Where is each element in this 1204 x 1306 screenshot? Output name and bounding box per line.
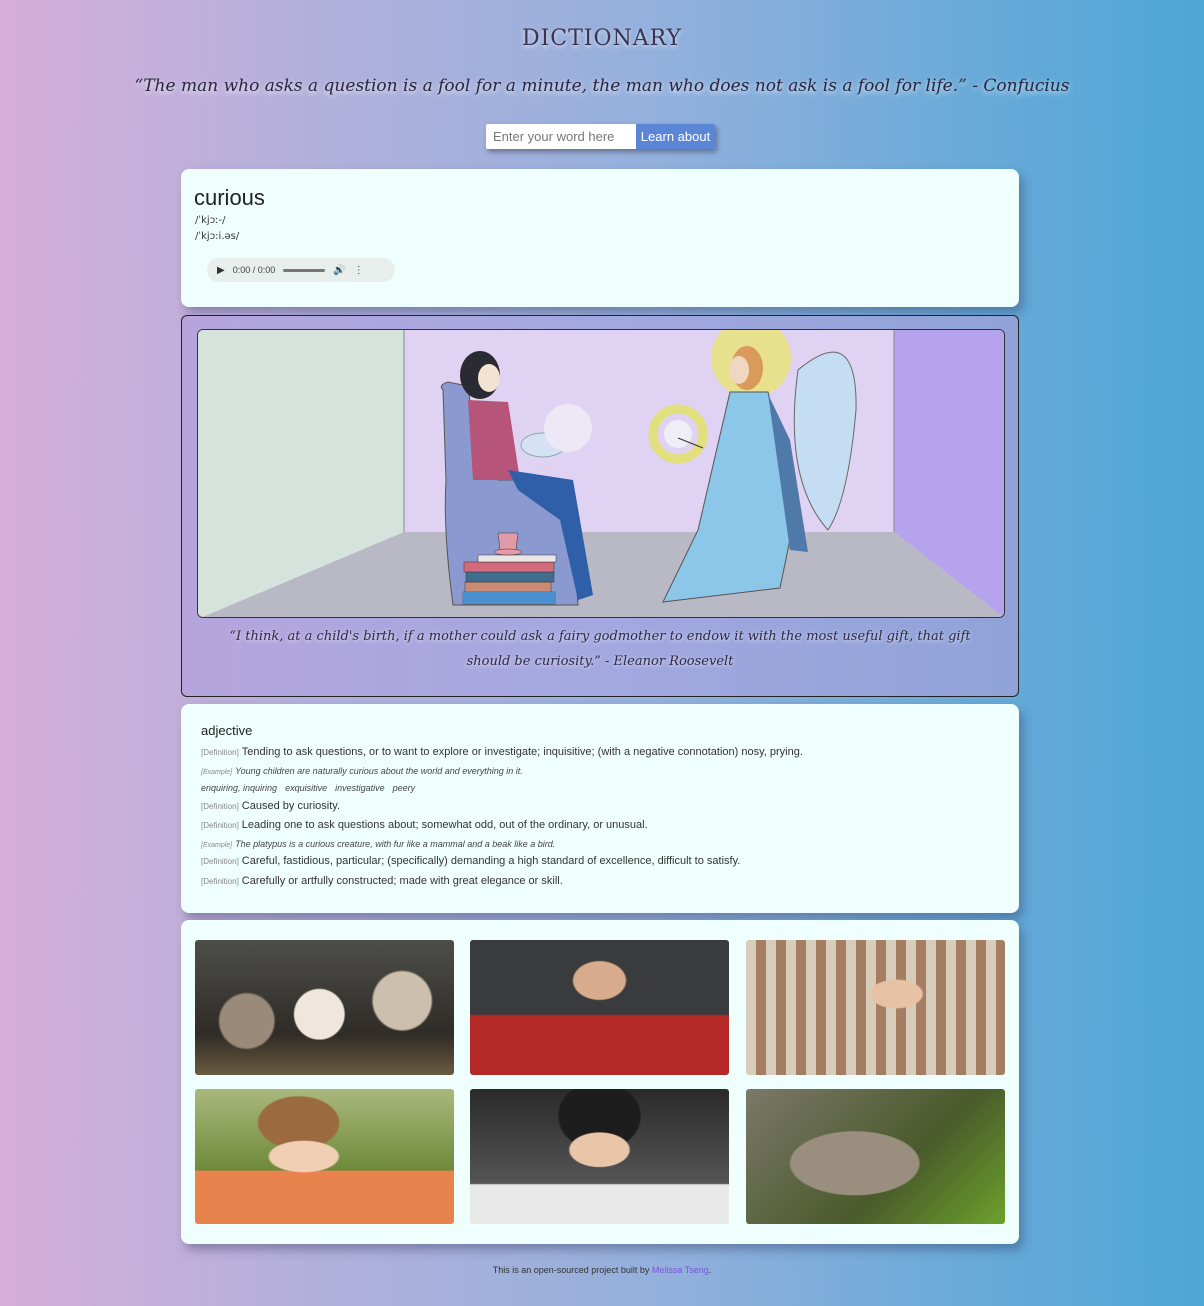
- word-heading: curious: [194, 185, 265, 210]
- illustration-quote: “I think, at a child's birth, if a mothe…: [229, 629, 971, 669]
- definition-tag: [Definition]: [201, 802, 239, 811]
- photo-girl-on-steps[interactable]: [746, 940, 1005, 1075]
- more-options-icon[interactable]: ⋮: [354, 265, 364, 276]
- search-bar: Learn about: [486, 124, 715, 149]
- synonym[interactable]: investigative: [335, 783, 385, 793]
- synonym[interactable]: peery: [393, 783, 416, 793]
- example-item: [Example] The platypus is a curious creat…: [201, 838, 555, 850]
- synonym[interactable]: exquisitive: [285, 783, 327, 793]
- definition-text: Leading one to ask questions about; some…: [241, 819, 648, 831]
- photo-man-listening[interactable]: [470, 940, 729, 1075]
- photo-boy-dandelion[interactable]: [195, 1089, 454, 1224]
- learn-about-button[interactable]: Learn about: [636, 124, 715, 149]
- example-tag: [Example]: [201, 769, 233, 776]
- definition-item: [Definition] Leading one to ask questions…: [201, 819, 648, 831]
- photo-cat-in-grass[interactable]: [746, 1089, 1005, 1224]
- example-item: [Example] Young children are naturally cu…: [201, 765, 523, 777]
- example-text: Young children are naturally curious abo…: [235, 766, 523, 776]
- example-tag: [Example]: [201, 842, 233, 849]
- synonym-list: enquiring, inquiring exquisitive investiga…: [201, 782, 423, 794]
- play-icon[interactable]: ▶: [217, 265, 225, 276]
- illustration-card: “I think, at a child's birth, if a mothe…: [181, 315, 1019, 697]
- example-text: The platypus is a curious creature, with…: [235, 839, 556, 849]
- audio-seek-bar[interactable]: [283, 268, 326, 272]
- definition-tag: [Definition]: [201, 821, 239, 830]
- definition-tag: [Definition]: [201, 857, 239, 866]
- definition-text: Tending to ask questions, or to want to …: [241, 746, 803, 758]
- phonetic-1: /ˈkjɔː-/: [195, 215, 226, 226]
- definition-text: Caused by curiosity.: [241, 800, 341, 812]
- image-gallery: [181, 920, 1019, 1244]
- search-input[interactable]: [486, 124, 636, 149]
- definition-tag: [Definition]: [201, 748, 239, 757]
- audio-player[interactable]: ▶ 0:00 / 0:00 🔊 ⋮: [207, 258, 395, 282]
- phonetic-2: /ˈkjɔ:i.əs/: [195, 231, 240, 242]
- author-link[interactable]: Melissa Tseng: [652, 1265, 709, 1275]
- footer: This is an open-sourced project built by…: [0, 1265, 1204, 1275]
- footer-text: This is an open-sourced project built by: [492, 1265, 650, 1275]
- definitions-card: adjective [Definition] Tending to ask que…: [181, 704, 1019, 913]
- photo-sheep[interactable]: [195, 940, 454, 1075]
- volume-icon[interactable]: 🔊: [333, 265, 345, 276]
- definition-item: [Definition] Careful, fastidious, particu…: [201, 855, 740, 867]
- part-of-speech: adjective: [201, 723, 253, 738]
- footer-end: .: [708, 1265, 712, 1275]
- definition-item: [Definition] Carefully or artfully constr…: [201, 875, 563, 887]
- definition-item: [Definition] Tending to ask questions, or…: [201, 746, 803, 758]
- audio-time: 0:00 / 0:00: [232, 265, 276, 275]
- synonym[interactable]: enquiring, inquiring: [201, 783, 277, 793]
- header-quote: “The man who asks a question is a fool f…: [134, 76, 1070, 96]
- definition-text: Carefully or artfully constructed; made …: [241, 875, 563, 887]
- definition-text: Careful, fastidious, particular; (specif…: [241, 855, 741, 867]
- photo-child-looking-up[interactable]: [470, 1089, 729, 1224]
- word-card: curious /ˈkjɔː-/ /ˈkjɔ:i.əs/ ▶ 0:00 / 0:…: [181, 169, 1019, 307]
- page-title: DICTIONARY: [521, 26, 683, 51]
- definition-tag: [Definition]: [201, 877, 239, 886]
- definition-item: [Definition] Caused by curiosity.: [201, 800, 340, 812]
- fairy-godmother-illustration: [197, 329, 1005, 618]
